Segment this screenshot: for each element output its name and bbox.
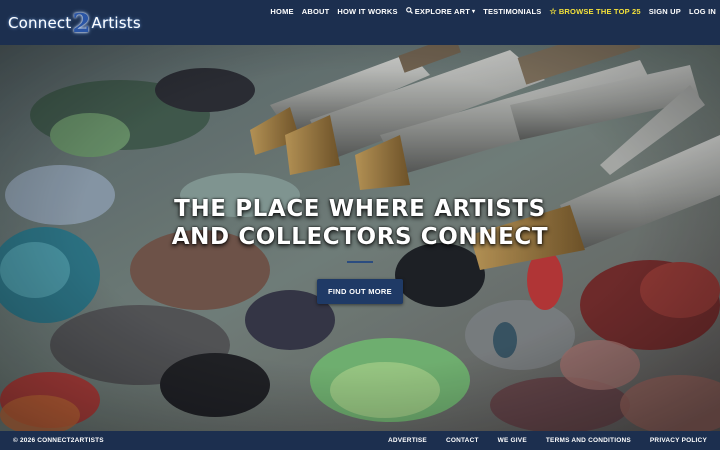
site-footer: © 2026 CONNECT2ARTISTS ADVERTISE CONTACT…: [0, 431, 720, 450]
nav-sign-up-label: SIGN UP: [648, 6, 681, 16]
nav-testimonials-label: TESTIMONIALS: [483, 6, 542, 16]
hero-title-line-1: THE PLACE WHERE ARTISTS: [174, 196, 546, 222]
hero-title: THE PLACE WHERE ARTISTS AND COLLECTORS C…: [0, 195, 720, 251]
nav-how-it-works-label: HOW IT WORKS: [337, 6, 398, 16]
nav-how-it-works[interactable]: HOW IT WORKS: [337, 7, 397, 16]
chevron-down-icon: ▾: [471, 8, 476, 15]
nav-log-in[interactable]: LOG IN: [689, 7, 716, 16]
nav-testimonials[interactable]: TESTIMONIALS: [483, 7, 541, 16]
site-logo[interactable]: Connect 2 Artists: [8, 8, 141, 38]
hero-divider: [347, 261, 373, 263]
logo-text-two: 2: [72, 9, 91, 39]
nav-explore-art[interactable]: EXPLORE ART ▾: [405, 6, 476, 16]
main-nav: HOME ABOUT HOW IT WORKS EXPLORE ART ▾ TE…: [262, 0, 716, 22]
nav-home-label: HOME: [270, 6, 294, 16]
nav-sign-up[interactable]: SIGN UP: [649, 7, 681, 16]
footer-link-advertise[interactable]: ADVERTISE: [388, 437, 427, 444]
footer-link-privacy[interactable]: PRIVACY POLICY: [650, 437, 707, 444]
hero-title-line-2: AND COLLECTORS CONNECT: [171, 224, 549, 250]
nav-about[interactable]: ABOUT: [302, 7, 330, 16]
footer-link-we-give[interactable]: WE GIVE: [498, 437, 527, 444]
nav-home[interactable]: HOME: [270, 7, 293, 16]
nav-browse-top-25-label: BROWSE THE TOP 25: [558, 6, 641, 16]
hero-section: THE PLACE WHERE ARTISTS AND COLLECTORS C…: [0, 45, 720, 431]
footer-links: ADVERTISE CONTACT WE GIVE TERMS AND COND…: [369, 437, 707, 444]
footer-link-contact[interactable]: CONTACT: [446, 437, 479, 444]
copyright-text: © 2026 CONNECT2ARTISTS: [13, 437, 104, 444]
nav-explore-art-label: EXPLORE ART: [414, 6, 470, 16]
nav-browse-top-25[interactable]: ☆ BROWSE THE TOP 25: [549, 7, 640, 16]
nav-log-in-label: LOG IN: [688, 6, 716, 16]
search-icon: [405, 6, 413, 16]
find-out-more-button[interactable]: FIND OUT MORE: [317, 279, 403, 304]
footer-link-terms[interactable]: TERMS AND CONDITIONS: [546, 437, 631, 444]
nav-about-label: ABOUT: [301, 6, 330, 16]
logo-text-connect: Connect: [8, 14, 72, 32]
star-icon: ☆: [549, 6, 557, 16]
site-header: Connect 2 Artists HOME ABOUT HOW IT WORK…: [0, 0, 720, 45]
logo-text-artists: Artists: [91, 14, 141, 32]
